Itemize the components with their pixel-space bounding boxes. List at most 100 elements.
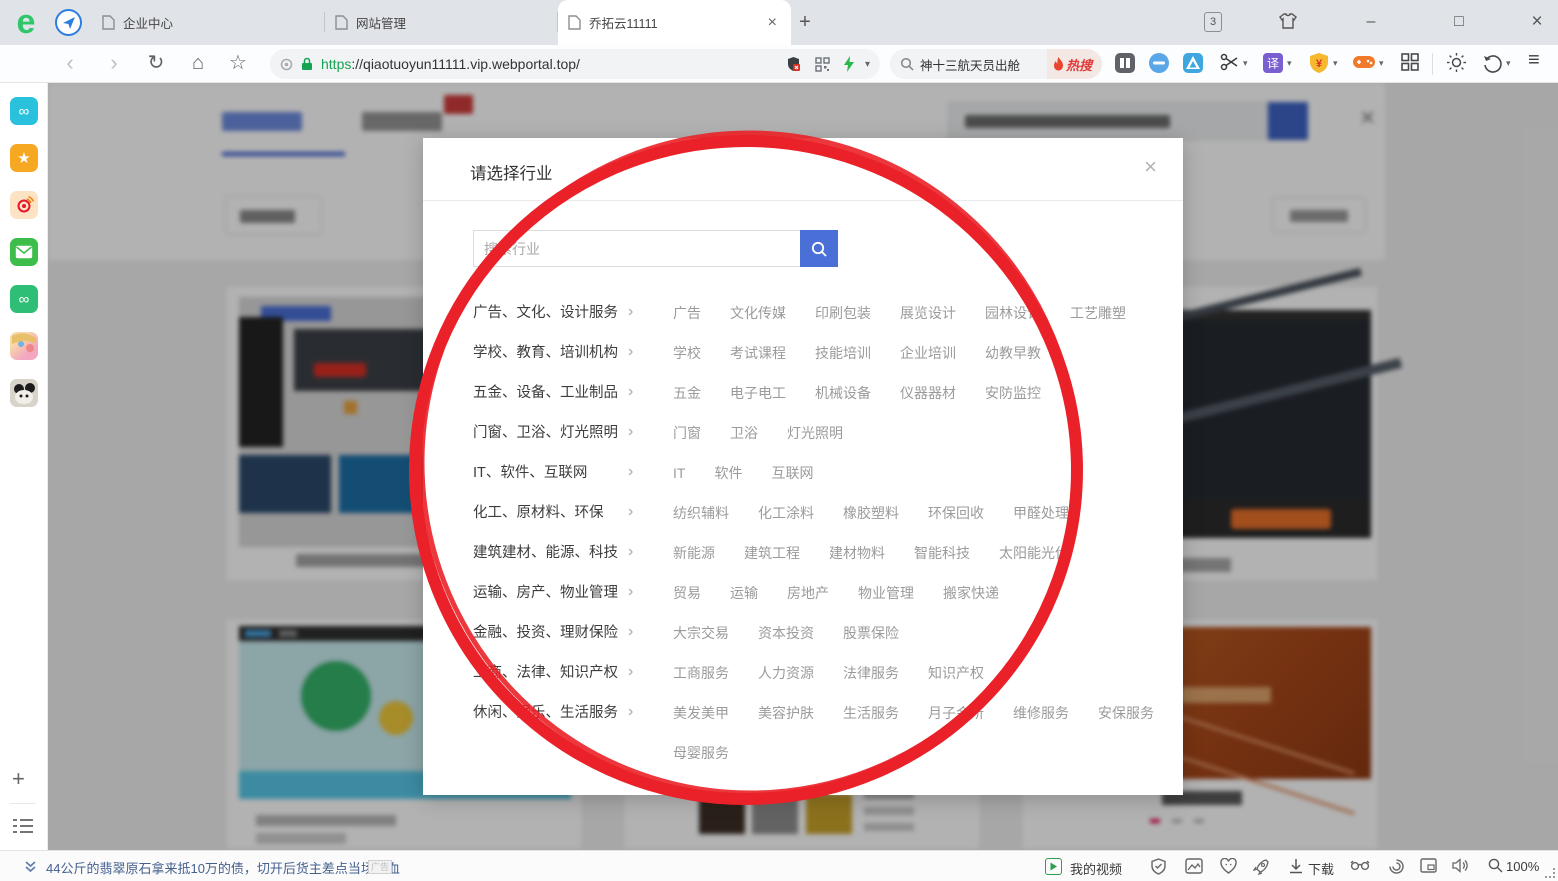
theme-skin-icon[interactable] bbox=[1278, 11, 1298, 36]
industry-sub-item[interactable]: 技能培训 bbox=[815, 333, 871, 373]
industry-sub-item[interactable]: 智能科技 bbox=[914, 533, 970, 573]
browser-logo-icon[interactable]: e bbox=[9, 6, 43, 40]
sidebar-list-icon[interactable] bbox=[13, 818, 33, 839]
site-info-icon[interactable] bbox=[280, 58, 293, 71]
industry-sub-item[interactable]: 人力资源 bbox=[758, 653, 814, 693]
new-tab-button[interactable]: + bbox=[792, 10, 818, 36]
industry-sub-item[interactable]: 安保服务 bbox=[1098, 693, 1154, 733]
tab-enterprise-center[interactable]: 企业中心 bbox=[92, 0, 325, 45]
industry-sub-item[interactable]: 卫浴 bbox=[730, 413, 758, 453]
industry-sub-item[interactable]: 物业管理 bbox=[858, 573, 914, 613]
window-maximize-button[interactable]: □ bbox=[1444, 8, 1474, 36]
industry-sub-item[interactable]: 房地产 bbox=[787, 573, 829, 613]
url-box[interactable]: https://qiaotuoyun11111.vip.webportal.to… bbox=[270, 49, 880, 79]
sidebar-cloud-doc-icon[interactable]: ∞ bbox=[10, 285, 38, 313]
brightness-icon[interactable] bbox=[1446, 52, 1467, 78]
main-menu-icon[interactable]: ≡ bbox=[1528, 49, 1540, 72]
category-label[interactable]: 广告、文化、设计服务 bbox=[473, 293, 628, 333]
industry-sub-item[interactable]: 建筑工程 bbox=[744, 533, 800, 573]
category-label[interactable]: 建筑建材、能源、科技 bbox=[473, 533, 628, 573]
speaker-icon[interactable] bbox=[1452, 858, 1469, 878]
incognito-glasses-icon[interactable] bbox=[1350, 858, 1370, 877]
industry-sub-item[interactable]: 建材物料 bbox=[829, 533, 885, 573]
industry-sub-item[interactable]: 工商服务 bbox=[673, 653, 729, 693]
dropdown-caret-icon[interactable]: ▾ bbox=[1243, 58, 1248, 69]
sidebar-avatar-anime[interactable] bbox=[10, 332, 38, 360]
industry-sub-item[interactable]: 环保回收 bbox=[928, 493, 984, 533]
reading-mode-icon[interactable] bbox=[1114, 52, 1136, 79]
image-viewer-icon[interactable] bbox=[1185, 858, 1203, 879]
dropdown-caret-icon[interactable]: ▾ bbox=[1379, 58, 1384, 69]
industry-sub-item[interactable]: 资本投资 bbox=[758, 613, 814, 653]
industry-sub-item[interactable]: 美容护肤 bbox=[758, 693, 814, 733]
industry-sub-item[interactable]: 母婴服务 bbox=[673, 733, 729, 773]
industry-sub-item[interactable]: 维修服务 bbox=[1013, 693, 1069, 733]
category-label[interactable]: 化工、原材料、环保 bbox=[473, 493, 628, 533]
shield-block-icon[interactable] bbox=[786, 56, 801, 72]
industry-sub-item[interactable]: 印刷包装 bbox=[815, 293, 871, 333]
industry-sub-item[interactable]: 大宗交易 bbox=[673, 613, 729, 653]
industry-sub-item[interactable]: 甲醛处理 bbox=[1013, 493, 1069, 533]
adblock-extension-icon[interactable] bbox=[1148, 52, 1170, 79]
industry-sub-item[interactable]: 运输 bbox=[730, 573, 758, 613]
history-undo-icon[interactable] bbox=[1482, 52, 1503, 78]
tab-site-management[interactable]: 网站管理 bbox=[325, 0, 558, 45]
sidebar-notes-app-icon[interactable]: ∞ bbox=[10, 97, 38, 125]
industry-sub-item[interactable]: 股票保险 bbox=[843, 613, 899, 653]
industry-sub-item[interactable]: 互联网 bbox=[771, 453, 813, 493]
industry-sub-item[interactable]: 化工涂料 bbox=[758, 493, 814, 533]
resize-grip[interactable] bbox=[1545, 868, 1555, 878]
industry-sub-item[interactable]: 展览设计 bbox=[900, 293, 956, 333]
dropdown-caret-icon[interactable]: ▾ bbox=[1333, 58, 1338, 69]
tab-close-icon[interactable]: × bbox=[764, 14, 781, 32]
dropdown-caret-icon[interactable]: ▾ bbox=[1506, 58, 1511, 69]
industry-sub-item[interactable]: 软件 bbox=[714, 453, 742, 493]
zoom-level-label[interactable]: 100% bbox=[1506, 859, 1539, 874]
industry-sub-item[interactable]: 机械设备 bbox=[815, 373, 871, 413]
industry-sub-item[interactable]: 太阳能光伏 bbox=[999, 533, 1069, 573]
sidebar-mail-icon[interactable] bbox=[10, 238, 38, 266]
industry-sub-item[interactable]: 五金 bbox=[673, 373, 701, 413]
sidebar-favorites-icon[interactable]: ★ bbox=[10, 144, 38, 172]
sidebar-add-icon[interactable]: + bbox=[12, 766, 25, 792]
category-label[interactable]: 金融、投资、理财保险 bbox=[473, 613, 628, 653]
industry-sub-item[interactable]: 搬家快递 bbox=[943, 573, 999, 613]
category-label[interactable]: 学校、教育、培训机构 bbox=[473, 333, 628, 373]
industry-sub-item[interactable]: 生活服务 bbox=[843, 693, 899, 733]
industry-sub-item[interactable]: 学校 bbox=[673, 333, 701, 373]
category-label[interactable]: 休闲、娱乐、生活服务 bbox=[473, 693, 628, 733]
translate-extension-icon[interactable]: 译 bbox=[1262, 52, 1284, 79]
news-headline-link[interactable]: 44公斤的翡翠原石拿来抵10万的债，切开后货主差点当场吐血 bbox=[46, 858, 400, 877]
category-label[interactable]: IT、软件、互联网 bbox=[473, 453, 628, 493]
industry-sub-item[interactable]: 门窗 bbox=[673, 413, 701, 453]
game-center-icon[interactable] bbox=[1352, 52, 1376, 77]
refresh-icon[interactable]: ↻ bbox=[142, 49, 170, 77]
industry-sub-item[interactable]: 纺织辅料 bbox=[673, 493, 729, 533]
sidebar-weibo-icon[interactable] bbox=[10, 191, 38, 219]
industry-search-button[interactable] bbox=[800, 230, 838, 267]
industry-sub-item[interactable]: 园林设计 bbox=[985, 293, 1041, 333]
category-label[interactable]: 运输、房产、物业管理 bbox=[473, 573, 628, 613]
screenshot-scissors-icon[interactable] bbox=[1220, 52, 1240, 77]
mini-window-icon[interactable] bbox=[1420, 858, 1437, 878]
industry-sub-item[interactable]: 文化传媒 bbox=[730, 293, 786, 333]
tab-count-badge[interactable]: 3 bbox=[1204, 12, 1222, 32]
game-booster-rocket-icon[interactable] bbox=[1253, 858, 1270, 880]
industry-sub-item[interactable]: 仪器器材 bbox=[900, 373, 956, 413]
industry-sub-item[interactable]: 橡胶塑料 bbox=[843, 493, 899, 533]
home-icon[interactable]: ⌂ bbox=[184, 49, 212, 77]
tab-qiaotuoyun[interactable]: 乔拓云11111 × bbox=[558, 0, 791, 45]
industry-sub-item[interactable]: 新能源 bbox=[673, 533, 715, 573]
industry-sub-item[interactable]: 企业培训 bbox=[900, 333, 956, 373]
window-minimize-button[interactable]: – bbox=[1356, 8, 1386, 36]
my-video-play-icon[interactable] bbox=[1045, 858, 1062, 875]
industry-sub-item[interactable]: 考试课程 bbox=[730, 333, 786, 373]
window-close-button[interactable]: × bbox=[1522, 8, 1552, 36]
traffic-swirl-icon[interactable] bbox=[1388, 858, 1405, 880]
bookmark-star-icon[interactable]: ☆ bbox=[224, 49, 252, 77]
wallet-shield-extension-icon[interactable]: ¥ bbox=[1308, 52, 1330, 79]
security-shield-icon[interactable] bbox=[1150, 858, 1167, 880]
download-icon[interactable] bbox=[1288, 858, 1304, 879]
sidebar-avatar-panda[interactable] bbox=[10, 379, 38, 407]
industry-sub-item[interactable]: 广告 bbox=[673, 293, 701, 333]
